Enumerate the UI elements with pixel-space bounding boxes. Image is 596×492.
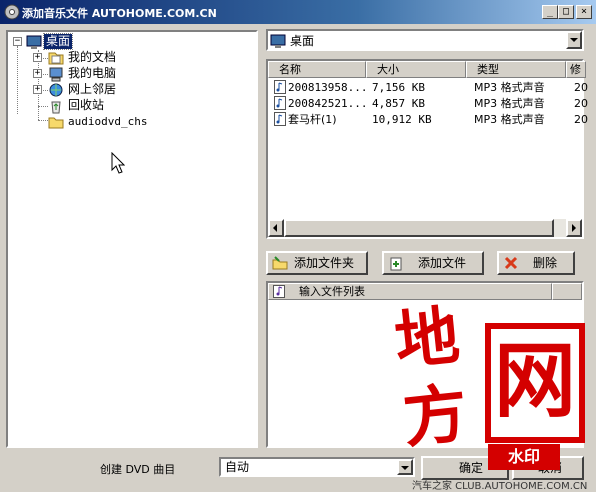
- audio-file-icon: [274, 80, 286, 94]
- tree-item-computer[interactable]: 我的电脑: [48, 66, 158, 82]
- add-file-button[interactable]: 添加文件: [382, 251, 484, 275]
- file-name: 200813958...: [288, 81, 368, 94]
- track-mode-dropdown[interactable]: 自动: [219, 457, 415, 477]
- window-title: 添加音乐文件 AUTOHOME.COM.CN: [22, 7, 217, 20]
- dialog-window: 添加音乐文件 AUTOHOME.COM.CN _ □ × − 桌面 + 我的文档…: [0, 0, 596, 492]
- chevron-down-icon[interactable]: [566, 31, 582, 49]
- watermark-char: 地: [391, 299, 463, 380]
- desktop-icon: [270, 34, 286, 48]
- minimize-icon[interactable]: _: [542, 5, 558, 19]
- file-modified: 20: [574, 97, 588, 110]
- delete-icon: [504, 256, 518, 270]
- tree-item-network[interactable]: 网上邻居: [48, 82, 158, 98]
- watermark-char: 方: [399, 376, 472, 458]
- recycle-bin-icon: [51, 101, 61, 114]
- add-file-label: 添加文件: [418, 256, 467, 270]
- expand-icon[interactable]: +: [33, 69, 42, 78]
- expand-icon[interactable]: +: [33, 53, 42, 62]
- file-row[interactable]: 200813958... 7,156 KB MP3 格式声音 20: [272, 79, 588, 96]
- scroll-left-icon[interactable]: [268, 219, 284, 237]
- watermark-badge: 水印: [488, 444, 560, 470]
- input-list-header-label: 输入文件列表: [299, 285, 365, 298]
- tree-label: 我的电脑: [68, 66, 117, 80]
- file-size: 7,156 KB: [372, 81, 425, 94]
- desktop-icon: [26, 35, 42, 49]
- add-folder-label: 添加文件夹: [294, 256, 355, 270]
- file-size: 10,912 KB: [372, 113, 432, 126]
- tree-item-desktop[interactable]: 桌面: [26, 33, 106, 50]
- network-icon: [49, 83, 63, 97]
- tree-label: 回收站: [68, 98, 105, 112]
- tree-label: 网上邻居: [68, 82, 117, 96]
- column-header-size[interactable]: 大小: [366, 61, 466, 78]
- audio-file-icon: [274, 96, 286, 110]
- maximize-icon[interactable]: □: [558, 5, 574, 19]
- scroll-thumb[interactable]: [284, 219, 554, 237]
- file-name: 套马杆(1): [288, 113, 337, 126]
- delete-label: 删除: [533, 256, 558, 270]
- horizontal-scrollbar[interactable]: [268, 219, 582, 237]
- tree-label: 桌面: [42, 33, 74, 50]
- track-mode-value: 自动: [225, 460, 250, 474]
- file-type: MP3 格式声音: [474, 97, 545, 110]
- folder-icon: [48, 117, 64, 129]
- expand-icon[interactable]: +: [33, 85, 42, 94]
- folder-tree[interactable]: − 桌面 + 我的文档 + 我的电脑 + 网上邻居 回收站 audiodvd_c…: [6, 30, 258, 448]
- file-list[interactable]: 名称 大小 类型 修 200813958... 7,156 KB MP3 格式声…: [266, 59, 588, 239]
- delete-button[interactable]: 删除: [497, 251, 575, 275]
- file-type: MP3 格式声音: [474, 113, 545, 126]
- tree-item-recycle-bin[interactable]: 回收站: [48, 98, 158, 114]
- app-icon: [4, 4, 20, 20]
- input-list-header[interactable]: 输入文件列表: [268, 283, 552, 300]
- mouse-cursor-icon: [111, 152, 125, 174]
- tree-label: audiodvd_chs: [68, 115, 148, 128]
- music-note-icon: [273, 285, 285, 298]
- audio-file-icon: [274, 112, 286, 126]
- close-icon[interactable]: ×: [576, 5, 592, 19]
- column-header-modified[interactable]: 修: [566, 61, 586, 78]
- column-header-type[interactable]: 类型: [466, 61, 566, 78]
- tree-item-documents[interactable]: 我的文档: [48, 50, 158, 66]
- file-modified: 20: [574, 113, 588, 126]
- location-dropdown[interactable]: 桌面: [266, 29, 584, 51]
- watermark-text: 汽车之家 CLUB.AUTOHOME.COM.CN: [412, 481, 588, 492]
- file-row[interactable]: 套马杆(1) 10,912 KB MP3 格式声音 20: [272, 111, 588, 128]
- input-list-header-extra[interactable]: [552, 283, 582, 300]
- tree-item-audiodvd[interactable]: audiodvd_chs: [48, 114, 168, 130]
- file-row[interactable]: 200842521... 4,857 KB MP3 格式声音 20: [272, 95, 588, 112]
- my-computer-icon: [49, 67, 63, 82]
- add-folder-button[interactable]: 添加文件夹: [266, 251, 368, 275]
- watermark-char: 网: [493, 334, 576, 429]
- column-header-name[interactable]: 名称: [268, 61, 366, 78]
- create-dvd-label: 创建 DVD 曲目: [100, 463, 176, 476]
- tree-label: 我的文档: [68, 50, 117, 64]
- file-type: MP3 格式声音: [474, 81, 545, 94]
- watermark-box: 网: [485, 323, 585, 443]
- file-size: 4,857 KB: [372, 97, 425, 110]
- file-modified: 20: [574, 81, 588, 94]
- title-bar[interactable]: 添加音乐文件 AUTOHOME.COM.CN _ □ ×: [0, 0, 596, 24]
- add-folder-icon: [272, 256, 288, 270]
- add-file-icon: [390, 257, 402, 271]
- collapse-icon[interactable]: −: [13, 37, 22, 46]
- my-documents-icon: [48, 52, 64, 65]
- scroll-right-icon[interactable]: [566, 219, 582, 237]
- location-value: 桌面: [290, 34, 315, 48]
- file-name: 200842521...: [288, 97, 368, 110]
